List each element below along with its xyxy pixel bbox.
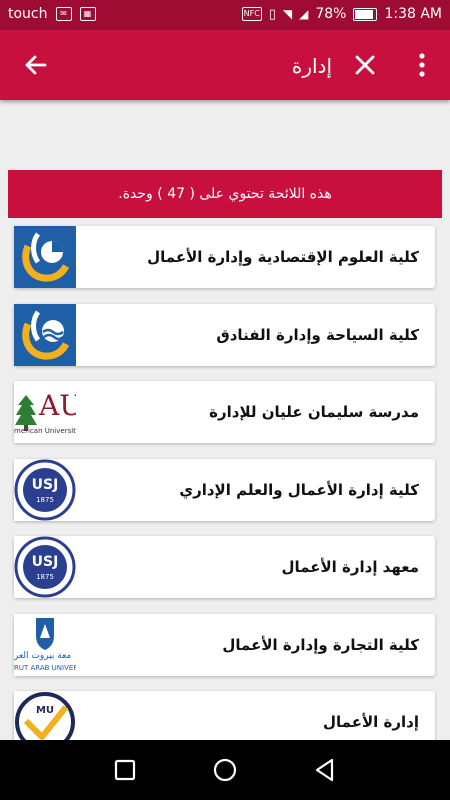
list-item[interactable]: كلية العلوم الإقتصادية وإدارة الأعمال [14,226,435,288]
back-button[interactable] [18,47,54,83]
list-item-title: كلية العلوم الإقتصادية وإدارة الأعمال [147,248,419,266]
clear-search-button[interactable] [347,47,383,83]
more-options-button[interactable] [410,47,434,83]
usj-logo-text: USJ [31,554,59,570]
status-bar: touch ✉ ▦ NFC ▯ ◥ ◢ 78% 1:38 AM [0,0,450,30]
aub-logo-subtext: merican University of B [14,427,76,435]
search-input[interactable] [120,50,334,82]
list-item[interactable]: USJ 1875 معهد إدارة الأعمال [14,536,435,598]
usj-logo-year: 1875 [36,496,54,504]
tourism-faculty-logo [14,304,76,366]
result-count-banner: هذه اللائحة تحتوي على ( 47 ) وحدة. [8,170,442,218]
system-nav-bar [0,740,450,800]
recents-square-icon [114,759,136,781]
list-item-title: معهد إدارة الأعمال [281,558,420,576]
bau-logo: معة بيروت العر RUT ARAB UNIVER [14,614,76,676]
aub-logo: AU merican University of B [14,381,76,443]
battery-percent: 78% [315,6,347,22]
gallery-icon: ▦ [79,7,96,21]
list-item[interactable]: معة بيروت العر RUT ARAB UNIVER كلية التج… [14,614,435,676]
usj-logo-text: USJ [31,477,59,493]
list-item[interactable]: USJ 1875 كلية إدارة الأعمال والعلم الإدا… [14,459,435,521]
list-item-title: مدرسة سليمان عليان للإدارة [209,403,419,421]
back-triangle-icon [315,758,334,782]
bau-logo-text: معة بيروت العر [14,651,72,661]
message-icon: ✉ [55,7,72,21]
list-item-title: كلية التجارة وإدارة الأعمال [222,636,419,654]
vibrate-icon: ▯ [268,6,276,22]
nfc-icon: NFC [241,7,262,21]
more-vertical-icon [419,53,425,77]
usj-logo-year: 1875 [36,573,54,581]
list-item[interactable]: AU merican University of B مدرسة سليمان … [14,381,435,443]
carrier-label: touch [8,6,48,22]
arrow-left-icon [25,55,47,75]
close-icon [355,55,375,75]
economics-faculty-logo [14,226,76,288]
home-button[interactable] [211,756,239,784]
usj-logo: USJ 1875 [14,459,76,521]
mu-logo-text: MU [35,705,55,716]
list-item[interactable]: كلية السياحة وإدارة الفنادق [14,304,435,366]
nav-back-button[interactable] [311,756,339,784]
bau-logo-subtext: RUT ARAB UNIVER [14,664,76,672]
aub-logo-text: AU [39,389,76,422]
battery-icon [353,7,378,21]
signal-icon: ◢ [299,7,309,21]
clock: 1:38 AM [384,6,442,22]
usj-logo: USJ 1875 [14,536,76,598]
recents-button[interactable] [111,756,139,784]
app-bar [0,30,450,100]
home-circle-icon [213,758,237,782]
list-item-title: كلية السياحة وإدارة الفنادق [216,326,419,344]
wifi-icon: ◥ [282,7,293,21]
list-item-title: كلية إدارة الأعمال والعلم الإداري [179,481,419,499]
